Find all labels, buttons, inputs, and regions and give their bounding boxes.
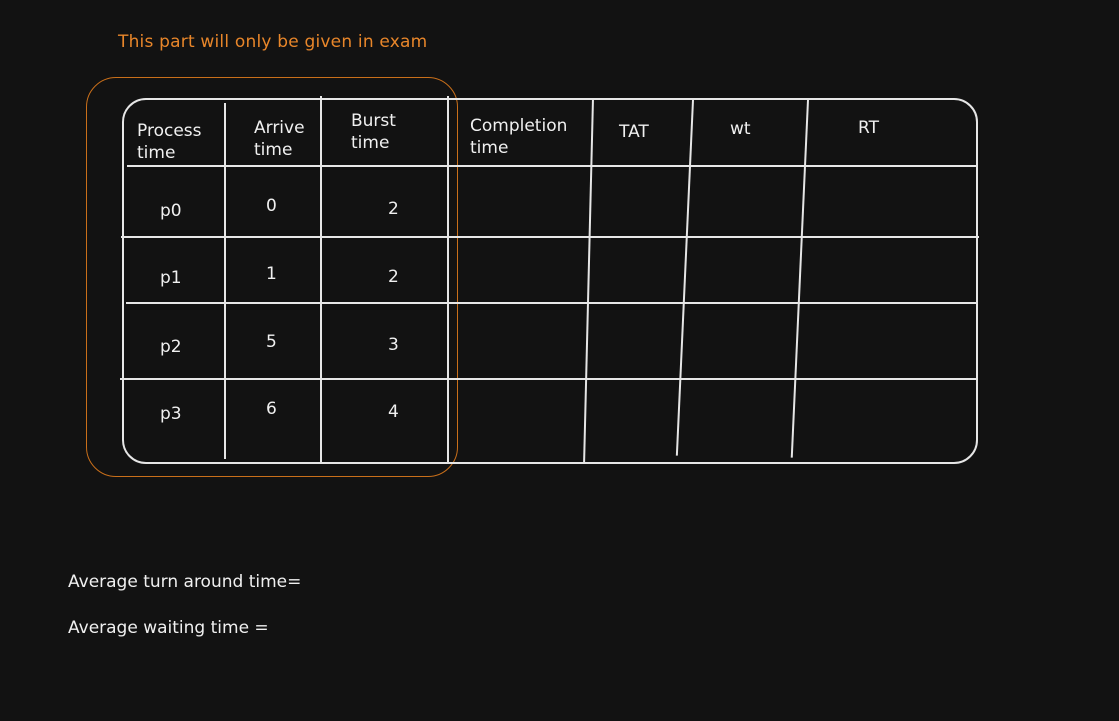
average-wt-label: Average waiting time = bbox=[68, 618, 269, 638]
row-divider bbox=[120, 378, 977, 380]
cell-burst: 4 bbox=[388, 402, 399, 422]
header-process: Process time bbox=[137, 121, 202, 163]
cell-arrive: 0 bbox=[266, 196, 277, 216]
header-tat: TAT bbox=[619, 122, 649, 142]
cell-arrive: 5 bbox=[266, 332, 277, 352]
header-rt: RT bbox=[858, 118, 879, 138]
cell-process: p2 bbox=[160, 337, 182, 357]
average-tat-label: Average turn around time= bbox=[68, 572, 302, 592]
column-divider bbox=[447, 96, 449, 464]
header-completion: Completion time bbox=[470, 116, 568, 158]
cell-arrive: 1 bbox=[266, 264, 277, 284]
whiteboard-canvas: This part will only be given in exam Pro… bbox=[0, 0, 1119, 721]
column-divider bbox=[224, 103, 226, 459]
header-wt: wt bbox=[730, 119, 751, 139]
row-divider bbox=[121, 236, 979, 238]
cell-burst: 3 bbox=[388, 335, 399, 355]
column-divider bbox=[320, 96, 322, 464]
cell-process: p3 bbox=[160, 404, 182, 424]
cell-process: p0 bbox=[160, 201, 182, 221]
cell-process: p1 bbox=[160, 268, 182, 288]
header-burst: Burst time bbox=[351, 111, 396, 153]
header-arrive: Arrive time bbox=[254, 118, 305, 160]
cell-burst: 2 bbox=[388, 199, 399, 219]
row-divider bbox=[126, 302, 977, 304]
row-divider bbox=[127, 165, 977, 167]
cell-arrive: 6 bbox=[266, 399, 277, 419]
cell-burst: 2 bbox=[388, 267, 399, 287]
exam-note: This part will only be given in exam bbox=[118, 32, 428, 52]
